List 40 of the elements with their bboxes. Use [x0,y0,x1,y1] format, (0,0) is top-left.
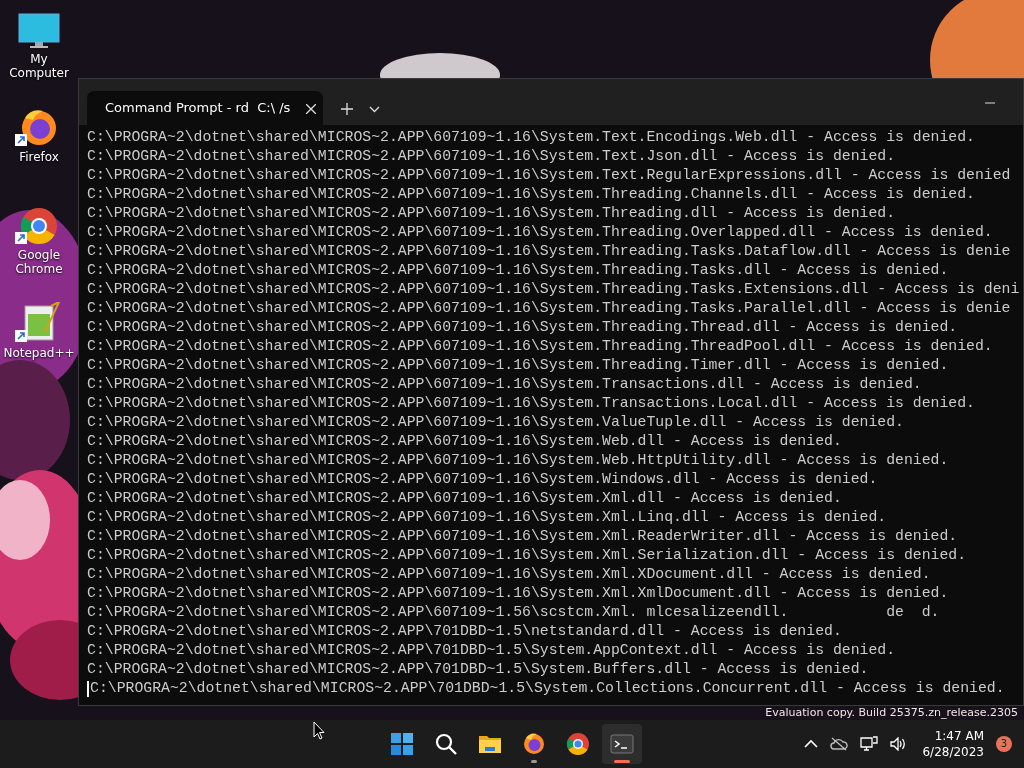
console-line: C:\PROGRA~2\dotnet\shared\MICROS~2.APP\607109~1.16\System.Threading.Channels.dll - Access is denied. [87,185,975,204]
console-line: C:\PROGRA~2\dotnet\shared\MICROS~2.APP\607109~1.16\System.Threading.dll - Access is denied. [87,204,896,223]
console-line: C:\PROGRA~2\dotnet\shared\MICROS~2.APP\607109~1.16\System.Threading.Overlapped.dll - Access is denied. [87,223,993,242]
evaluation-notice: Evaluation copy. Build 25375.zn_release.2305 [765,706,1018,719]
console-line: C:\PROGRA~2\dotnet\shared\MICROS~2.APP\607109~1.56\scstcm.Xml. mlcesalizeendll. de d. [87,603,940,622]
console-line: C:\PROGRA~2\dotnet\shared\MICROS~2.APP\607109~1.16\System.Xml.XDocument.dll - Access is denied. [87,565,931,584]
console-line: C:\PROGRA~2\dotnet\shared\MICROS~2.APP\607109~1.16\System.Web.dll - Access is denied. [87,432,842,451]
console-line: C:\PROGRA~2\dotnet\shared\MICROS~2.APP\607109~1.16\System.Xml.ReaderWriter.dll - Access is denied. [87,527,958,546]
console-line: C:\PROGRA~2\dotnet\shared\MICROS~2.APP\701DBD~1.5\System.AppContext.dll - Access is denied. [87,641,896,660]
clock-time[interactable]: 1:47 AM [922,728,984,744]
console-line: C:\PROGRA~2\dotnet\shared\MICROS~2.APP\701DBD~1.5\System.Buffers.dll - Access is denied. [87,660,869,679]
clock-date[interactable]: 6/28/2023 [922,744,984,760]
console-line: C:\PROGRA~2\dotnet\shared\MICROS~2.APP\701DBD~1.5\netstandard.dll - Access is denied. [87,622,842,641]
tab-title: Command Prompt - rd C:\ /s [105,99,291,118]
console-line: C:\PROGRA~2\dotnet\shared\MICROS~2.APP\607109~1.16\System.Xml.dll - Access is denied. [87,489,842,508]
desktop-icon-label[interactable]: My Computer [0,52,78,81]
console-line: C:\PROGRA~2\dotnet\shared\MICROS~2.APP\607109~1.16\System.Text.Json.dll - Access is denied. [87,147,896,166]
console-line: C:\PROGRA~2\dotnet\shared\MICROS~2.APP\701DBD~1.5\System.Collections.Concurrent.dll - Access is denied. [90,679,1005,698]
console-line: C:\PROGRA~2\dotnet\shared\MICROS~2.APP\607109~1.16\System.Threading.ThreadPool.dll - Access is denied. [87,337,993,356]
console-line: C:\PROGRA~2\dotnet\shared\MICROS~2.APP\607109~1.16\System.Threading.Timer.dll - Access is denied. [87,356,949,375]
console-line: C:\PROGRA~2\dotnet\shared\MICROS~2.APP\607109~1.16\System.Threading.Tasks.Extensions.dll - Access is deni [87,280,1020,299]
console-line: C:\PROGRA~2\dotnet\shared\MICROS~2.APP\607109~1.16\System.Threading.Tasks.dll - Access is denied. [87,261,949,280]
console-line: C:\PROGRA~2\dotnet\shared\MICROS~2.APP\607109~1.16\System.Text.Encodings.Web.dll - Access is denied. [87,128,975,147]
console-line: C:\PROGRA~2\dotnet\shared\MICROS~2.APP\607109~1.16\System.ValueTuple.dll - Access is denied. [87,413,904,432]
console-line: C:\PROGRA~2\dotnet\shared\MICROS~2.APP\607109~1.16\System.Xml.Linq.dll - Access is denied. [87,508,887,527]
desktop-icon-label[interactable]: Google Chrome [0,248,78,277]
console-line: C:\PROGRA~2\dotnet\shared\MICROS~2.APP\607109~1.16\System.Threading.Tasks.Parallel.dll - Access is denie [87,299,1011,318]
console-line: C:\PROGRA~2\dotnet\shared\MICROS~2.APP\607109~1.16\System.Text.RegularExpressions.dll - Access is denied [87,166,1011,185]
desktop-icon-label[interactable]: Firefox [0,150,78,165]
console-line: C:\PROGRA~2\dotnet\shared\MICROS~2.APP\607109~1.16\System.Threading.Thread.dll - Access is denied. [87,318,958,337]
desktop-icon-label[interactable]: Notepad++ [0,346,78,361]
terminal-tab[interactable]: Command Prompt - rd C:\ /s [87,91,323,125]
console-line: C:\PROGRA~2\dotnet\shared\MICROS~2.APP\607109~1.16\System.Transactions.Local.dll - Access is denied. [87,394,975,413]
console-line: C:\PROGRA~2\dotnet\shared\MICROS~2.APP\607109~1.16\System.Threading.Tasks.Dataflow.dll - Access is denie [87,242,1011,261]
console-line: C:\PROGRA~2\dotnet\shared\MICROS~2.APP\607109~1.16\System.Xml.XmlDocument.dll - Access is denied. [87,584,949,603]
console-line: C:\PROGRA~2\dotnet\shared\MICROS~2.APP\607109~1.16\System.Transactions.dll - Access is denied. [87,375,922,394]
console-line: C:\PROGRA~2\dotnet\shared\MICROS~2.APP\607109~1.16\System.Windows.dll - Access is denied. [87,470,878,489]
notification-badge[interactable]: 3 [996,736,1012,752]
console-line: C:\PROGRA~2\dotnet\shared\MICROS~2.APP\607109~1.16\System.Xml.Serialization.dll - Access is denied. [87,546,967,565]
console-line: C:\PROGRA~2\dotnet\shared\MICROS~2.APP\607109~1.16\System.Web.HttpUtility.dll - Access is denied. [87,451,949,470]
